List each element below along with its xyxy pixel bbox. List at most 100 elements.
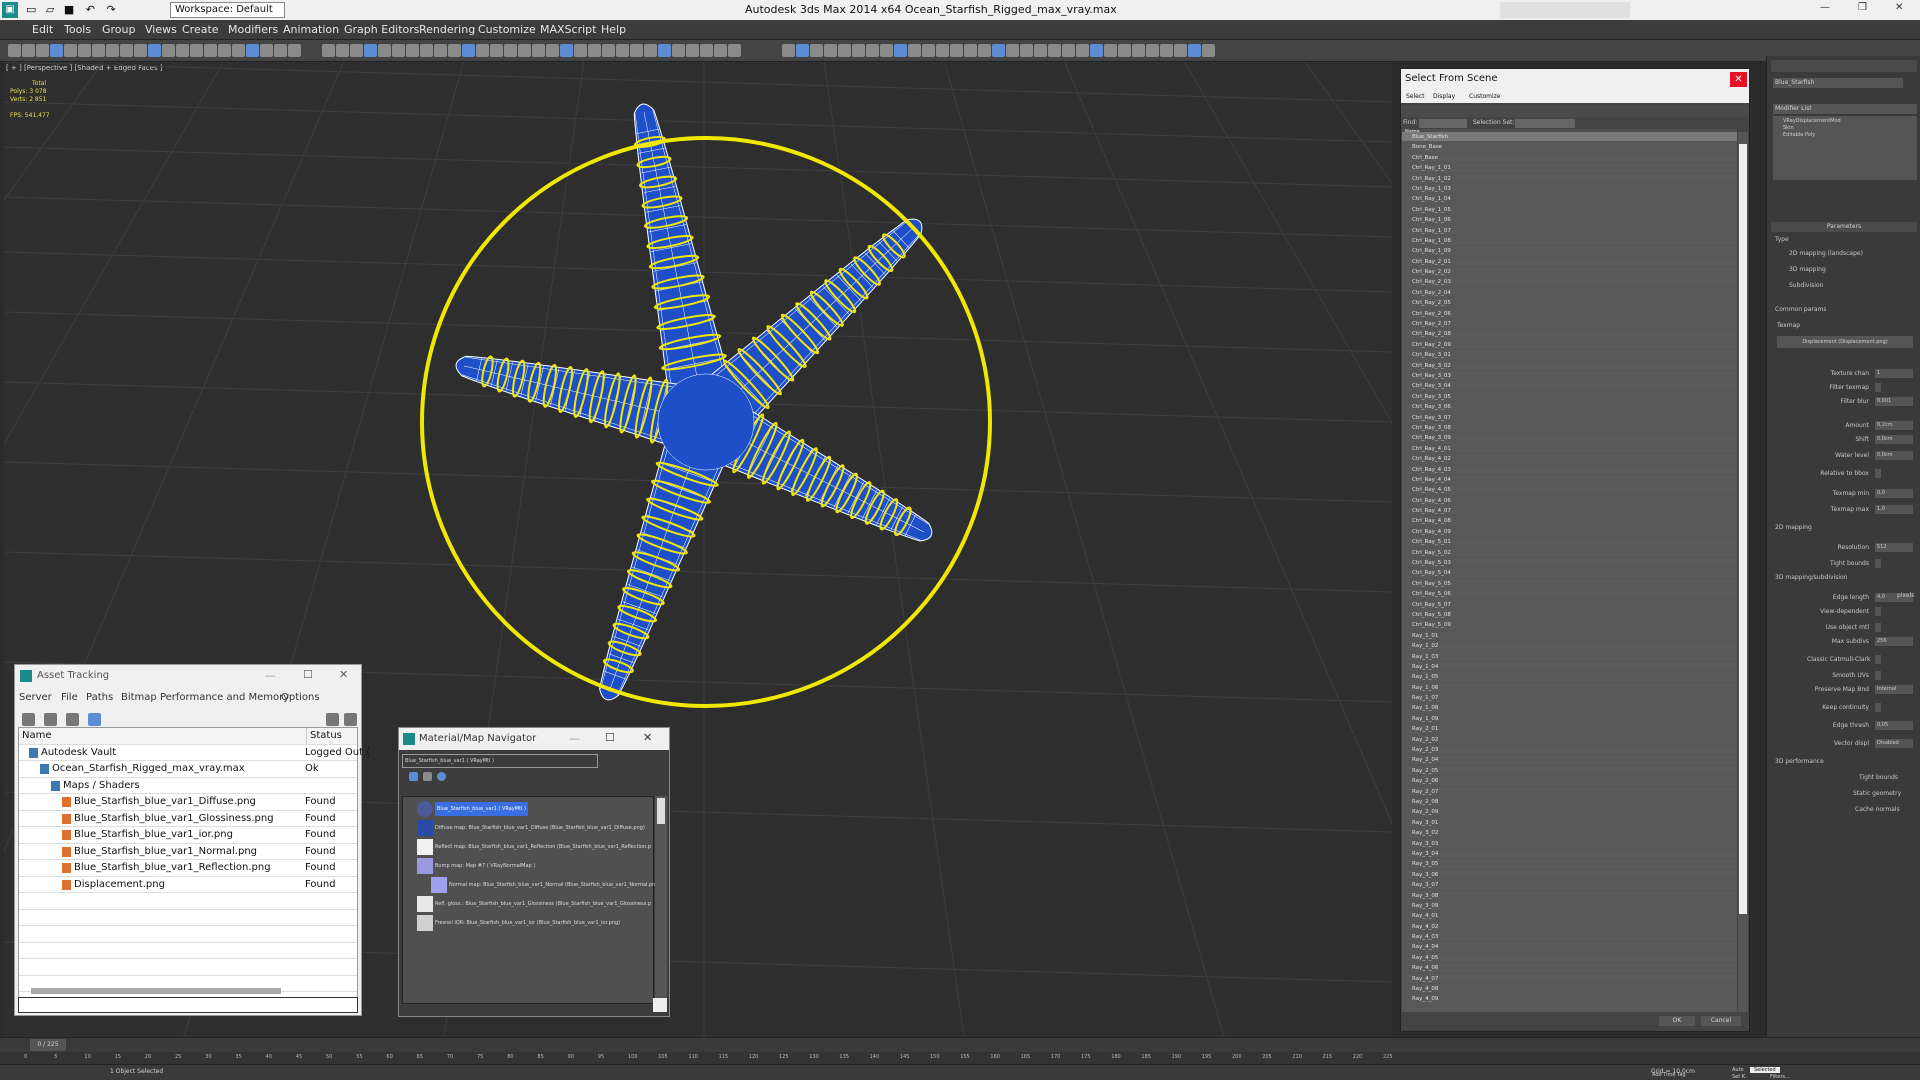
param-spinner[interactable]: 0,0cm (1875, 435, 1913, 444)
static-geometry-checkbox[interactable]: Static geometry (1853, 790, 1901, 797)
toolbar-button-34[interactable] (490, 44, 503, 57)
toolbar-button-10[interactable] (134, 44, 147, 57)
scene-object-item[interactable]: Ctrl_Ray_4_03 (1402, 465, 1737, 475)
toolbar-button-75[interactable] (1104, 44, 1117, 57)
menu-customize[interactable]: Customize (478, 23, 536, 36)
menu-modifiers[interactable]: Modifiers (228, 23, 278, 36)
asset-row[interactable]: Displacement.png Found (19, 877, 357, 893)
scene-object-item[interactable]: Ctrl_Ray_5_07 (1402, 600, 1737, 610)
toolbar-button-44[interactable] (630, 44, 643, 57)
texmap-button[interactable]: Displacement (Displacement.png) (1777, 336, 1913, 348)
toolbar-button-49[interactable] (700, 44, 713, 57)
scene-object-item[interactable]: Ray_1_04 (1402, 662, 1737, 673)
toolbar-button-63[interactable] (936, 44, 949, 57)
scene-object-item[interactable]: Ctrl_Ray_1_07 (1402, 226, 1737, 236)
scene-object-item[interactable]: Ray_2_09 (1402, 807, 1737, 818)
toolbar-button-36[interactable] (518, 44, 531, 57)
toolbar-button-70[interactable] (1034, 44, 1047, 57)
modifier-list-dropdown[interactable]: Modifier List (1773, 104, 1917, 114)
toolbar-button-39[interactable] (560, 44, 573, 57)
scene-object-item[interactable]: Ray_1_08 (1402, 703, 1737, 714)
scene-object-item[interactable]: Ctrl_Ray_5_01 (1402, 537, 1737, 548)
toolbar-button-59[interactable] (880, 44, 893, 57)
toolbar-button-30[interactable] (434, 44, 447, 57)
scene-object-item[interactable]: Ray_1_02 (1402, 641, 1737, 652)
asset-tool-table-view[interactable] (88, 713, 101, 726)
toolbar-button-16[interactable] (218, 44, 231, 57)
asset-row[interactable]: Blue_Starfish_blue_var1_Glossiness.png Fo… (19, 811, 357, 827)
add-time-tag[interactable]: Add Time Tag (1652, 1072, 1686, 1078)
asset-row[interactable]: Autodesk Vault Logged Out ( (19, 745, 370, 761)
toolbar-button-46[interactable] (658, 44, 671, 57)
toolbar-button-48[interactable] (686, 44, 699, 57)
toolbar-button-26[interactable] (378, 44, 391, 57)
scene-object-item[interactable]: Ray_2_07 (1402, 787, 1737, 797)
asset-row[interactable]: Ocean_Starfish_Rigged_max_vray.max Ok (19, 761, 357, 778)
toolbar-button-60[interactable] (894, 44, 907, 57)
scene-object-item[interactable]: Ctrl_Ray_2_09 (1402, 340, 1737, 351)
toolbar-button-33[interactable] (476, 44, 489, 57)
asset-pin-icon[interactable] (344, 713, 357, 726)
toolbar-button-73[interactable] (1076, 44, 1089, 57)
filters-button[interactable]: Filters... (1770, 1074, 1790, 1080)
menu-maxscript[interactable]: MAXScript (540, 23, 596, 36)
scrollbar-thumb[interactable] (1739, 144, 1747, 914)
scene-object-item[interactable]: Ray_3_08 (1402, 891, 1737, 901)
toolbar-button-81[interactable] (1188, 44, 1201, 57)
scene-object-item[interactable]: Ray_1_01 (1402, 631, 1737, 642)
toolbar-button-29[interactable] (420, 44, 433, 57)
toolbar-button-57[interactable] (852, 44, 865, 57)
cancel-button[interactable]: Cancel (1701, 1016, 1741, 1026)
scene-object-item[interactable]: Ray_2_06 (1402, 776, 1737, 787)
toolbar-button-40[interactable] (574, 44, 587, 57)
toolbar-button-27[interactable] (392, 44, 405, 57)
param-spinner[interactable]: 256 (1875, 637, 1913, 646)
toolbar-button-72[interactable] (1062, 44, 1075, 57)
material-name-field[interactable]: Blue_Starfish_blue_var1 ( VRayMtl ) (402, 754, 598, 768)
scene-object-item[interactable]: Ctrl_Ray_3_03 (1402, 371, 1737, 382)
toolbar-button-7[interactable] (92, 44, 105, 57)
toolbar-button-78[interactable] (1146, 44, 1159, 57)
scene-object-item[interactable]: Ray_2_05 (1402, 766, 1737, 777)
menu-edit[interactable]: Edit (32, 23, 53, 36)
toolbar-button-52[interactable] (782, 44, 795, 57)
toolbar-button-56[interactable] (838, 44, 851, 57)
scene-object-item[interactable]: Ctrl_Ray_3_08 (1402, 423, 1737, 434)
asset-tool-2[interactable] (44, 713, 57, 726)
toolbar-button-55[interactable] (824, 44, 837, 57)
save-icon[interactable]: ■ (64, 3, 74, 16)
toolbar-button-35[interactable] (504, 44, 517, 57)
toolbar-button-20[interactable] (274, 44, 287, 57)
new-file-icon[interactable]: ▭ (26, 3, 36, 16)
param-spinner[interactable]: 0,0cm (1875, 451, 1913, 460)
asset-row[interactable]: Maps / Shaders (19, 778, 357, 794)
toolbar-button-38[interactable] (546, 44, 559, 57)
toolbar-button-69[interactable] (1020, 44, 1033, 57)
toolbar-button-65[interactable] (964, 44, 977, 57)
scene-object-item[interactable]: Bone_Base (1402, 142, 1737, 153)
toolbar-button-77[interactable] (1132, 44, 1145, 57)
menu-rendering[interactable]: Rendering (419, 23, 475, 36)
selection-set-dropdown[interactable] (1515, 119, 1575, 128)
material-tree-node[interactable]: Bump map: Map #7 ( VRayNormalMap ) (435, 859, 535, 873)
scene-object-item[interactable]: Ray_2_01 (1402, 724, 1737, 735)
scene-object-item[interactable]: Ray_1_06 (1402, 683, 1737, 694)
menu-customize[interactable]: Customize (1469, 93, 1501, 100)
toolbar-button-53[interactable] (796, 44, 809, 57)
toolbar-button-6[interactable] (78, 44, 91, 57)
toolbar-button-24[interactable] (350, 44, 363, 57)
scene-object-item[interactable]: Ctrl_Ray_4_05 (1402, 485, 1737, 496)
open-file-icon[interactable]: ▱ (46, 3, 54, 16)
scene-object-item[interactable]: Ctrl_Ray_2_08 (1402, 329, 1737, 340)
scene-object-item[interactable]: Ctrl_Ray_1_06 (1402, 215, 1737, 226)
sphere-view-icon[interactable] (437, 772, 446, 781)
cache-normals-checkbox[interactable]: Cache normals (1855, 806, 1900, 813)
scene-object-item[interactable]: Ctrl_Ray_2_03 (1402, 277, 1737, 288)
time-slider-thumb[interactable]: 0 / 225 (30, 1039, 66, 1051)
param-spinner[interactable]: 0,2cm (1875, 421, 1913, 430)
scene-object-item[interactable]: Ctrl_Ray_3_02 (1402, 361, 1737, 371)
scene-object-item[interactable]: Ray_4_04 (1402, 942, 1737, 953)
scene-object-item[interactable]: Ctrl_Ray_2_02 (1402, 267, 1737, 278)
menu-create[interactable]: Create (182, 23, 219, 36)
scene-object-item[interactable]: Ray_4_02 (1402, 922, 1737, 933)
